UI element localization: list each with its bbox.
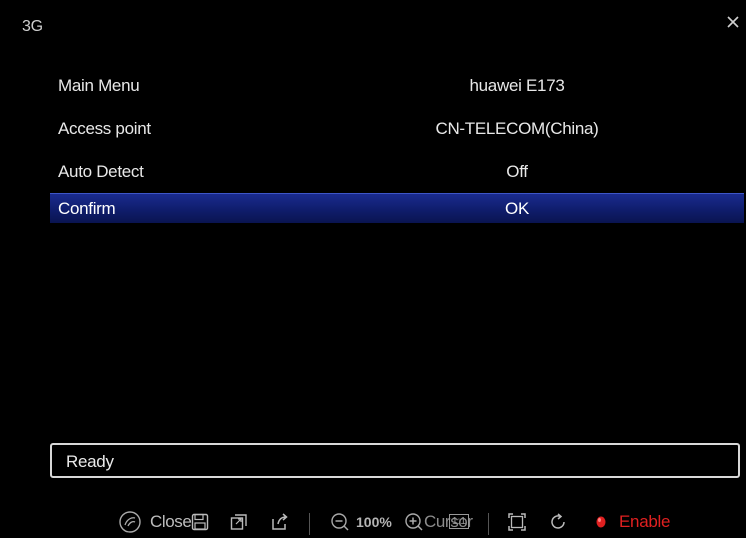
close-label: Close — [150, 511, 192, 531]
zoom-out-icon — [330, 512, 350, 532]
menu-row-confirm[interactable]: Confirm OK — [50, 193, 744, 223]
bottom-toolbar: Close 100% Cursor 1:1 Enable — [0, 505, 746, 538]
share-button[interactable] — [270, 505, 290, 538]
record-dot-icon — [595, 515, 607, 529]
zoom-in-icon — [404, 512, 424, 532]
restore-button[interactable] — [230, 505, 248, 538]
close-icon[interactable] — [726, 15, 740, 29]
menu-row-value: huawei E173 — [469, 76, 565, 95]
menu-row-label: Auto Detect — [58, 162, 144, 181]
menu-row-value: OK — [505, 199, 529, 218]
zoom-in-button[interactable] — [404, 505, 424, 538]
fullscreen-button[interactable] — [507, 505, 527, 538]
enable-toggle[interactable]: Enable — [595, 505, 670, 538]
save-icon — [191, 513, 209, 531]
menu-row-value: CN-TELECOM(China) — [435, 119, 599, 138]
actual-size-button[interactable]: 1:1 — [449, 505, 469, 538]
menu-row-label: Confirm — [58, 199, 116, 218]
status-text: Ready — [66, 452, 114, 471]
menu-row-value: Off — [506, 162, 528, 181]
menu-row-label: Main Menu — [58, 76, 140, 95]
save-button[interactable] — [191, 505, 209, 538]
window-title: 3G — [22, 18, 43, 35]
actual-size-icon: 1:1 — [449, 514, 469, 529]
settings-menu: Main Menu huawei E173 Access point CN-TE… — [50, 64, 744, 223]
menu-row-label: Access point — [58, 119, 151, 138]
exit-icon — [118, 510, 142, 534]
enable-label: Enable — [619, 511, 671, 531]
zoom-out-button[interactable] — [330, 505, 350, 538]
share-icon — [270, 512, 290, 532]
zoom-level-text: 100% — [356, 513, 392, 530]
toolbar-divider — [488, 513, 489, 535]
fullscreen-icon — [507, 512, 527, 532]
menu-row-access-point[interactable]: Access point CN-TELECOM(China) — [50, 107, 744, 150]
menu-row-auto-detect[interactable]: Auto Detect Off — [50, 150, 744, 193]
refresh-button[interactable] — [548, 505, 568, 538]
title-bar: 3G — [0, 0, 746, 44]
status-bar: Ready — [50, 443, 740, 478]
toolbar-divider — [309, 513, 310, 535]
close-button[interactable]: Close — [118, 505, 192, 538]
restore-window-icon — [230, 513, 248, 531]
refresh-icon — [548, 512, 568, 532]
menu-row-main-menu[interactable]: Main Menu huawei E173 — [50, 64, 744, 107]
zoom-level: 100% — [356, 505, 392, 538]
